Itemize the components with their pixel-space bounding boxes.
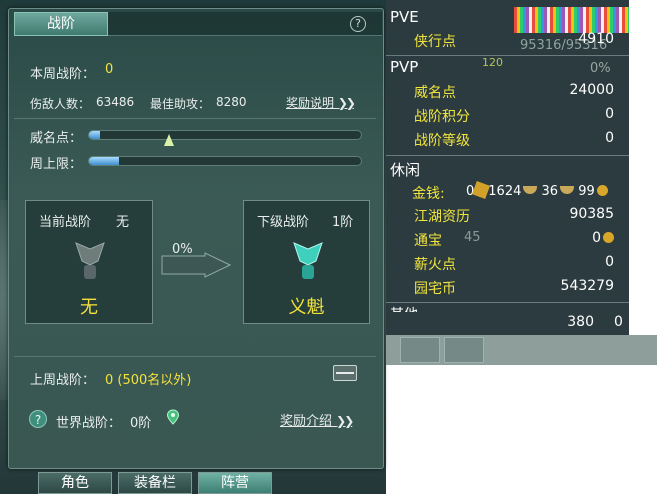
money-silver-a: 1624	[488, 184, 522, 199]
xia-value: 4910	[578, 31, 614, 47]
assist-label: 最佳助攻：	[150, 97, 211, 111]
kills-label: 伤敌人数：	[30, 97, 91, 111]
current-rank-emblem-icon	[75, 242, 105, 279]
reward-description-link[interactable]: 奖励说明 ❯❯	[286, 94, 356, 111]
tab-faction[interactable]: 阵营	[198, 472, 272, 494]
panel-header-strip	[108, 12, 382, 36]
money-values: 0 1624 36 99	[466, 181, 608, 199]
pvp-header: PVP	[390, 58, 419, 76]
divider	[386, 55, 629, 56]
rank-level-value: 0	[605, 130, 614, 146]
money-copper: 99	[578, 184, 595, 199]
coin-icon	[596, 185, 608, 196]
location-pin-icon[interactable]	[166, 409, 180, 425]
tongbao-label: 通宝	[414, 233, 442, 249]
reward-intro-text: 奖励介绍	[280, 414, 333, 429]
current-rank-box: 当前战阶 无 无	[25, 200, 153, 324]
fame-label: 威名点：	[30, 131, 83, 146]
garden-coin-value: 543279	[560, 278, 614, 294]
divider	[386, 302, 629, 303]
rank-level-label: 战阶等级	[414, 133, 470, 149]
next-rank-label: 下级战阶	[257, 215, 310, 230]
divider	[14, 356, 376, 357]
xia-label: 侠行点	[414, 34, 456, 50]
world-rank-value: 0阶	[130, 416, 152, 431]
fame-progress-fill	[89, 131, 100, 139]
current-rank-value: 无	[116, 215, 130, 230]
fame-marker-icon	[164, 134, 174, 146]
next-rank-box: 下级战阶 1阶 义魁	[243, 200, 370, 324]
rank-points-value: 0	[605, 106, 614, 122]
skill-slot[interactable]	[400, 337, 440, 363]
pvp-percent: 0%	[590, 61, 611, 76]
buff-stripes	[514, 7, 629, 33]
next-rank-value: 1阶	[332, 215, 354, 230]
weekly-rank-value: 0	[105, 62, 114, 77]
chevron-right-icon: ❯❯	[337, 96, 356, 110]
silver-ingot-icon	[560, 186, 575, 194]
weekly-cap-label: 周上限：	[30, 157, 83, 172]
leisure-header: 休闲	[390, 161, 421, 179]
silver-ingot-icon	[523, 186, 538, 194]
stats-panel: PVE 侠行点 95316/95316 4910 PVP 120 0% 威名点 …	[386, 0, 629, 335]
tongbao-background-number: 45	[464, 230, 481, 245]
weekly-cap-progress-fill	[89, 157, 119, 165]
firewood-value: 0	[605, 254, 614, 270]
chest-icon[interactable]	[333, 365, 357, 381]
garden-coin-label: 园宅币	[414, 281, 456, 297]
next-rank-name: 义魁	[288, 297, 325, 318]
rank-points-label: 战阶积分	[414, 109, 470, 125]
skill-slot[interactable]	[444, 337, 484, 363]
world-rank-label: 世界战阶：	[56, 416, 122, 431]
reward-intro-link[interactable]: 奖励介绍 ❯❯	[280, 410, 354, 429]
fame-progress-bar	[88, 130, 362, 140]
last-week-rank-value: 0 (500名以外)	[105, 373, 192, 388]
kills-value: 63486	[96, 95, 135, 109]
divider	[14, 118, 376, 119]
next-rank-emblem-icon	[293, 242, 323, 279]
firewood-label: 薪火点	[414, 257, 456, 273]
assist-value: 8280	[216, 95, 247, 109]
chevron-right-icon: ❯❯	[336, 414, 354, 428]
last-week-rank-label: 上周战阶：	[30, 373, 96, 388]
bottom-value-b: 0	[614, 314, 623, 330]
current-rank-name: 无	[80, 297, 98, 318]
tab-character[interactable]: 角色	[38, 472, 112, 494]
coin-icon	[603, 232, 614, 243]
money-label: 金钱:	[412, 186, 445, 202]
weekly-cap-progress-bar	[88, 156, 362, 166]
other-header: 其他	[390, 304, 418, 312]
tab-battle-rank[interactable]: 战阶	[14, 12, 108, 36]
skill-bar-strip	[386, 335, 657, 365]
arrow-right-icon	[161, 252, 231, 278]
weekly-rank-label: 本周战阶：	[30, 67, 96, 82]
money-silver-b: 36	[541, 184, 559, 199]
jianghu-value: 90385	[569, 206, 614, 222]
tongbao-value: 0	[574, 230, 614, 246]
help-icon[interactable]: ?	[350, 16, 366, 32]
reward-description-text: 奖励说明	[286, 96, 335, 110]
tab-equipment[interactable]: 装备栏	[118, 472, 192, 494]
jianghu-label: 江湖资历	[414, 209, 470, 225]
level-badge: 120	[482, 56, 503, 69]
divider	[386, 155, 629, 156]
tongbao-value-text: 0	[592, 230, 601, 246]
help-icon[interactable]: ?	[29, 410, 47, 428]
fame-points-value: 24000	[569, 82, 614, 98]
fame-points-label: 威名点	[414, 85, 456, 101]
bottom-value-a: 380	[567, 314, 594, 330]
current-rank-label: 当前战阶	[39, 215, 92, 230]
pve-header: PVE	[390, 8, 419, 26]
